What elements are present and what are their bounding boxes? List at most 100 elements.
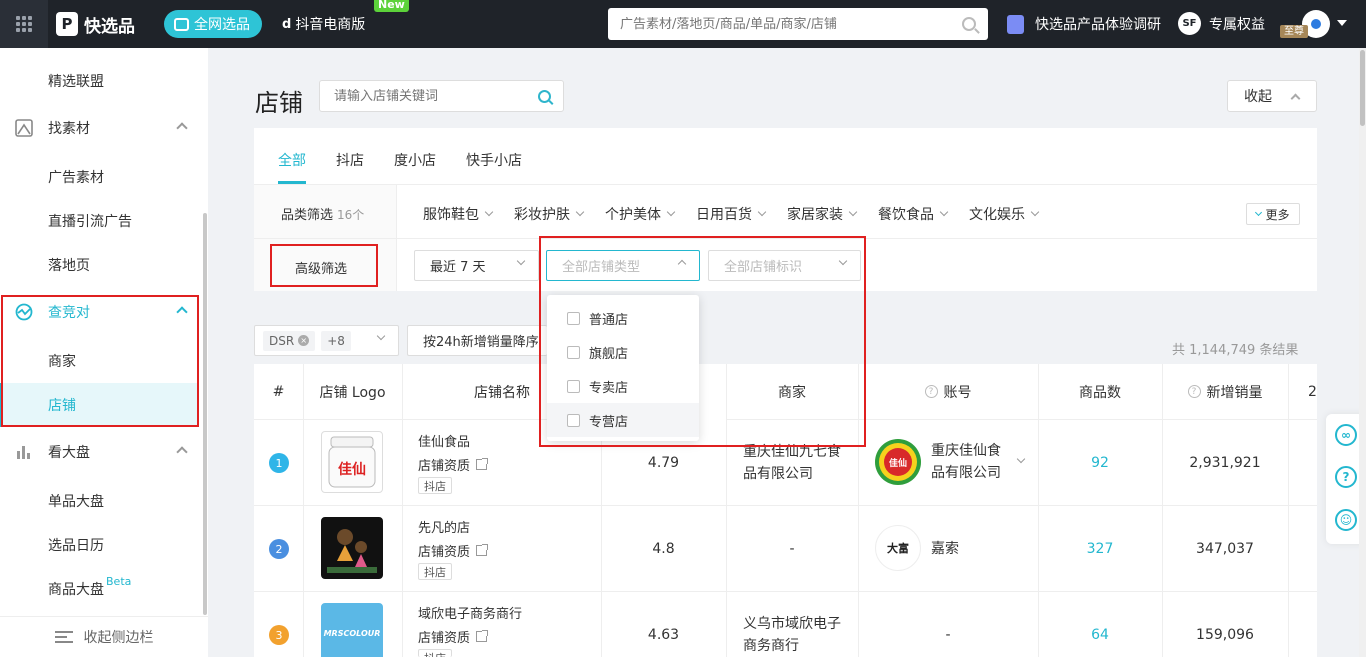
tab-duxiaodian[interactable]: 度小店: [394, 150, 436, 170]
shop-logo-image[interactable]: [321, 517, 383, 579]
sidebar-item-live[interactable]: 直播引流广告: [0, 199, 198, 243]
sidebar-item-shop[interactable]: 店铺: [0, 383, 198, 427]
shop-qualification-link[interactable]: 店铺资质: [418, 455, 489, 474]
category-item[interactable]: 服饰鞋包: [423, 204, 494, 224]
merchant-name[interactable]: 义乌市域欣电子商务商行: [743, 592, 853, 657]
category-item[interactable]: 个护美体: [605, 204, 676, 224]
shop-qualification-link[interactable]: 店铺资质: [418, 627, 489, 646]
close-icon[interactable]: ×: [298, 335, 310, 346]
shop-type-option[interactable]: 旗舰店: [547, 335, 699, 369]
shop-mark-placeholder: 全部店铺标识: [724, 260, 803, 275]
chevron-down-icon: [1030, 207, 1040, 217]
rank-badge: 2: [269, 539, 289, 559]
product-count-link[interactable]: 64: [1038, 592, 1162, 657]
category-item[interactable]: 餐饮食品: [878, 204, 949, 224]
shop-name-link[interactable]: 域欣电子商务商行: [418, 603, 522, 622]
merchant-name[interactable]: 重庆佳仙九七食品有限公司: [743, 420, 853, 505]
more-categories-button[interactable]: 更多: [1246, 203, 1300, 225]
chevron-down-icon: [575, 207, 585, 217]
checkbox[interactable]: [567, 345, 580, 359]
category-item[interactable]: 日用百货: [696, 204, 767, 224]
shop-search: [319, 80, 564, 112]
chevron-down-icon[interactable]: [1016, 454, 1026, 464]
dsr-tag: DSR ×: [263, 330, 316, 351]
help-icon[interactable]: ?: [1335, 466, 1357, 488]
sidebar-scrollbar[interactable]: [203, 213, 207, 615]
category-label: 日用百货: [696, 207, 752, 223]
tab-all-network[interactable]: 全网选品: [164, 10, 262, 38]
shop-type-option[interactable]: 普通店: [547, 301, 699, 335]
dsr-tag-label: DSR: [269, 333, 295, 348]
rank-badge: 1: [269, 453, 289, 473]
global-search-input[interactable]: [620, 16, 962, 32]
account-avatar[interactable]: 大富: [875, 525, 921, 571]
shop-logo-image[interactable]: 佳仙: [321, 431, 383, 493]
sidebar-group-board[interactable]: 看大盘: [0, 430, 198, 474]
sidebar-item-calendar[interactable]: 选品日历: [0, 523, 198, 567]
search-icon[interactable]: [538, 89, 551, 103]
shop-search-input[interactable]: [334, 88, 538, 104]
sidebar-item-product[interactable]: 商品大盘 Beta: [0, 567, 198, 611]
account-name[interactable]: 重庆佳仙食品有限公司: [931, 440, 1011, 484]
col-header-account[interactable]: ? 账号: [858, 364, 1038, 420]
checkbox[interactable]: [567, 379, 580, 393]
brand-logo[interactable]: P 快选品: [56, 12, 135, 37]
period-select[interactable]: 最近 7 天: [414, 250, 539, 281]
sidebar-item-ad[interactable]: 广告素材: [0, 155, 198, 199]
sidebar-item-landing[interactable]: 落地页: [0, 243, 198, 287]
shop-type-option[interactable]: 专卖店: [547, 369, 699, 403]
collapse-icon: [54, 631, 73, 643]
tab-kuaishou[interactable]: 快手小店: [466, 150, 522, 170]
shop-type-select[interactable]: 全部店铺类型: [546, 250, 700, 281]
help-icon[interactable]: ?: [1187, 385, 1201, 398]
account-name[interactable]: 嘉索: [931, 538, 959, 560]
category-item[interactable]: 文化娱乐: [969, 204, 1040, 224]
shop-name-link[interactable]: 佳仙食品: [418, 431, 470, 450]
search-icon[interactable]: [962, 17, 976, 31]
product-count-link[interactable]: 327: [1038, 506, 1162, 591]
tab-douyin[interactable]: d 抖音电商版 New: [282, 0, 409, 34]
scrollbar-thumb[interactable]: [1360, 50, 1365, 126]
sidebar-item-single[interactable]: 单品大盘: [0, 479, 198, 523]
survey-link[interactable]: 快选品产品体验调研: [1007, 14, 1161, 34]
sidebar-group-compete[interactable]: 查竞对: [0, 290, 198, 334]
dsr-filter-select[interactable]: DSR × +8: [254, 325, 399, 356]
page-scrollbar[interactable]: [1359, 48, 1366, 657]
chat-icon[interactable]: ☺: [1335, 509, 1357, 531]
tab-doudian[interactable]: 抖店: [336, 150, 364, 170]
account-avatar[interactable]: 佳仙: [875, 439, 921, 485]
dsr-score: 4.63: [647, 626, 680, 643]
svg-text:佳仙: 佳仙: [889, 457, 907, 469]
shop-table: # 店铺 Logo 店铺名称 商家 ? 账号 商品数 ? 新增销量 2 1 佳仙 佳…: [254, 364, 1317, 657]
category-item[interactable]: 家居家装: [787, 204, 858, 224]
chevron-up-icon: [677, 259, 687, 269]
collapse-sidebar-button[interactable]: 收起侧边栏: [0, 616, 208, 657]
link-icon[interactable]: ∞: [1335, 424, 1357, 446]
fold-button[interactable]: 收起: [1227, 80, 1317, 112]
shop-mark-select[interactable]: 全部店铺标识: [708, 250, 861, 281]
rights-link[interactable]: SF 专属权益: [1178, 12, 1265, 35]
col-header-new-sales[interactable]: ? 新增销量: [1162, 364, 1288, 420]
shop-qualification-link[interactable]: 店铺资质: [418, 541, 489, 560]
sidebar: 精选联盟 找素材 广告素材 直播引流广告 落地页 查竞对 商家 店铺 看大盘 单…: [0, 48, 208, 657]
checkbox[interactable]: [567, 413, 580, 427]
external-link-icon: [476, 630, 489, 642]
shop-type-option[interactable]: 专营店: [547, 403, 699, 437]
tv-icon: [174, 17, 189, 31]
col-header-product-count[interactable]: 商品数: [1038, 364, 1162, 420]
sidebar-group-material[interactable]: 找素材: [0, 106, 198, 150]
chevron-down-icon[interactable]: [1337, 20, 1347, 26]
category-item[interactable]: 彩妆护肤: [514, 204, 585, 224]
app-grid-button[interactable]: [0, 0, 48, 48]
checkbox[interactable]: [567, 311, 580, 325]
sidebar-item-featured[interactable]: 精选联盟: [0, 59, 198, 103]
tab-all[interactable]: 全部: [278, 150, 306, 184]
shop-logo-image[interactable]: MRSCOLOUR: [321, 603, 383, 657]
account-logo-image: 大富: [887, 541, 909, 555]
sidebar-item-merchant[interactable]: 商家: [0, 339, 198, 383]
shop-name-link[interactable]: 先凡的店: [418, 517, 470, 536]
help-icon[interactable]: ?: [924, 385, 938, 398]
sort-order-select[interactable]: 按24h新增销量降序: [407, 325, 547, 356]
product-count-link[interactable]: 92: [1038, 420, 1162, 505]
option-label: 旗舰店: [589, 346, 629, 362]
